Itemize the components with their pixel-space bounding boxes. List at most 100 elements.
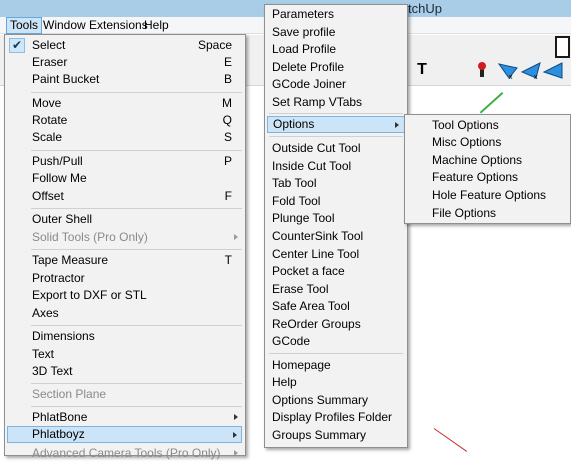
menu-item-outer-shell[interactable]: Outer Shell: [5, 211, 245, 228]
menu-item-tape-measure[interactable]: Tape Measure T: [5, 252, 245, 269]
menu-item-groups-summary[interactable]: Groups Summary: [265, 427, 407, 444]
menu-item-load-profile[interactable]: Load Profile: [265, 41, 407, 58]
menu-item-label: Display Profiles Folder: [272, 410, 393, 424]
menu-item-label: Safe Area Tool: [272, 299, 350, 313]
menu-item-tool-options[interactable]: Tool Options: [405, 117, 570, 134]
svg-text:x: x: [534, 74, 538, 80]
menu-item-label: Misc Options: [432, 135, 502, 149]
menu-item-offset[interactable]: Offset F: [5, 188, 245, 205]
menu-item-scale[interactable]: Scale S: [5, 129, 245, 146]
phlatboyz-submenu: Parameters Save profile Load Profile Del…: [264, 4, 408, 448]
menu-item-push-pull[interactable]: Push/Pull P: [5, 153, 245, 170]
menu-item-countersink-tool[interactable]: CounterSink Tool: [265, 228, 407, 245]
menu-item-gcode-joiner[interactable]: GCode Joiner: [265, 76, 407, 93]
options-submenu: Tool Options Misc Options Machine Option…: [404, 114, 571, 224]
menu-separator: [31, 249, 242, 250]
menu-item-help[interactable]: Help: [265, 374, 407, 391]
menu-item-parameters[interactable]: Parameters: [265, 6, 407, 23]
menu-item-solid-tools[interactable]: Solid Tools (Pro Only): [5, 229, 245, 246]
menu-item-inside-cut-tool[interactable]: Inside Cut Tool: [265, 158, 407, 175]
menu-item-label: Feature Options: [432, 170, 519, 184]
menu-item-phlatbone[interactable]: PhlatBone: [5, 409, 245, 426]
menu-item-reorder-groups[interactable]: ReOrder Groups: [265, 316, 407, 333]
menu-item-label: Tool Options: [432, 118, 499, 132]
menu-item-phlatboyz[interactable]: Phlatboyz: [7, 426, 242, 443]
menu-item-erase-tool[interactable]: Erase Tool: [265, 281, 407, 298]
menu-item-tab-tool[interactable]: Tab Tool: [265, 175, 407, 192]
app-title: tchUp: [408, 1, 442, 16]
menu-item-label: Homepage: [272, 358, 331, 372]
phlat-tool-2-button[interactable]: x: [519, 58, 543, 82]
menu-item-display-profiles-folder[interactable]: Display Profiles Folder: [265, 409, 407, 426]
section-plane-button[interactable]: [470, 58, 494, 82]
menu-item-misc-options[interactable]: Misc Options: [405, 134, 570, 151]
menu-item-paint-bucket[interactable]: Paint Bucket B: [5, 71, 245, 88]
submenu-arrow-icon: [233, 432, 237, 438]
menu-item-label: ReOrder Groups: [272, 317, 361, 331]
menu-item-pocket-a-face[interactable]: Pocket a face: [265, 263, 407, 280]
menu-item-shortcut: B: [223, 72, 232, 86]
menu-item-feature-options[interactable]: Feature Options: [405, 169, 570, 186]
menu-item-protractor[interactable]: Protractor: [5, 270, 245, 287]
menu-item-label: Help: [272, 375, 297, 389]
text-tool-button[interactable]: T: [410, 58, 434, 82]
blue-wedge-icon: x: [520, 62, 541, 80]
menu-item-hole-feature-options[interactable]: Hole Feature Options: [405, 187, 570, 204]
menu-item-label: Move: [32, 96, 62, 110]
menu-separator: [31, 383, 242, 384]
menu-item-label: Machine Options: [432, 153, 523, 167]
menu-item-shortcut: M: [222, 96, 232, 110]
menu-item-rotate[interactable]: Rotate Q: [5, 112, 245, 129]
menu-item-move[interactable]: Move M: [5, 95, 245, 112]
menu-window[interactable]: Window: [40, 19, 89, 32]
menu-separator: [31, 92, 242, 93]
menu-tools[interactable]: Tools: [6, 17, 43, 34]
menu-help[interactable]: Help: [141, 19, 172, 32]
menu-item-fold-tool[interactable]: Fold Tool: [265, 193, 407, 210]
menu-item-label: Inside Cut Tool: [272, 159, 352, 173]
menu-item-follow-me[interactable]: Follow Me: [5, 170, 245, 187]
menu-item-save-profile[interactable]: Save profile: [265, 24, 407, 41]
menu-item-eraser[interactable]: Eraser E: [5, 54, 245, 71]
submenu-arrow-icon: [234, 414, 238, 420]
menu-item-dimensions[interactable]: Dimensions: [5, 328, 245, 345]
menu-item-label: Eraser: [32, 55, 68, 69]
menu-item-label: Hole Feature Options: [432, 188, 547, 202]
menu-item-section-plane[interactable]: Section Plane: [5, 386, 245, 403]
menu-item-plunge-tool[interactable]: Plunge Tool: [265, 210, 407, 227]
menu-item-options[interactable]: Options: [267, 116, 405, 133]
menu-item-label: Push/Pull: [32, 154, 83, 168]
menu-item-label: Outside Cut Tool: [272, 141, 361, 155]
menu-item-3d-text[interactable]: 3D Text: [5, 363, 245, 380]
menu-item-export-dxf-stl[interactable]: Export to DXF or STL: [5, 287, 245, 304]
menu-item-text[interactable]: Text: [5, 346, 245, 363]
menu-item-label: Center Line Tool: [272, 247, 360, 261]
menu-item-axes[interactable]: Axes: [5, 305, 245, 322]
phlat-tool-1-button[interactable]: x: [496, 58, 520, 82]
menu-item-shortcut: T: [224, 253, 232, 267]
menu-item-label: Protractor: [32, 271, 85, 285]
menu-separator: [269, 353, 403, 354]
menu-item-safe-area-tool[interactable]: Safe Area Tool: [265, 298, 407, 315]
menu-item-delete-profile[interactable]: Delete Profile: [265, 59, 407, 76]
restore-button[interactable]: [555, 36, 570, 58]
menu-item-label: Delete Profile: [272, 60, 345, 74]
menu-item-select[interactable]: ✔ Select Space: [5, 37, 245, 54]
menu-item-options-summary[interactable]: Options Summary: [265, 392, 407, 409]
menu-item-label: Dimensions: [32, 329, 95, 343]
menu-item-label: Pocket a face: [272, 264, 345, 278]
menu-item-gcode[interactable]: GCode: [265, 333, 407, 350]
menu-item-label: PhlatBone: [32, 410, 88, 424]
menu-item-homepage[interactable]: Homepage: [265, 357, 407, 374]
phlat-tool-3-button[interactable]: [541, 58, 565, 82]
menu-item-label: Save profile: [272, 25, 336, 39]
menu-item-label: Tape Measure: [32, 253, 109, 267]
menu-item-label: Parameters: [272, 7, 335, 21]
menu-item-shortcut: Space: [197, 38, 232, 52]
menu-item-center-line-tool[interactable]: Center Line Tool: [265, 246, 407, 263]
menu-item-label: Follow Me: [32, 171, 87, 185]
menu-item-set-ramp-vtabs[interactable]: Set Ramp VTabs: [265, 94, 407, 111]
menu-item-file-options[interactable]: File Options: [405, 205, 570, 222]
menu-item-outside-cut-tool[interactable]: Outside Cut Tool: [265, 140, 407, 157]
menu-item-machine-options[interactable]: Machine Options: [405, 152, 570, 169]
